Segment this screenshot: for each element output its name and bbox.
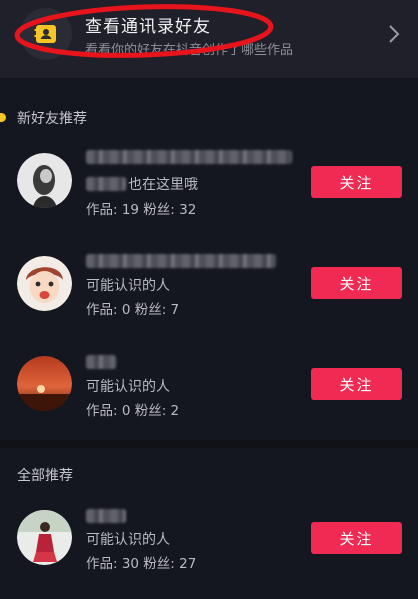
- section-title-new-friends: 新好友推荐: [17, 111, 87, 127]
- follow-button[interactable]: 关注: [311, 166, 402, 198]
- avatar: [17, 510, 72, 565]
- section-title-all-recommend: 全部推荐: [17, 468, 73, 484]
- avatar: [17, 153, 72, 208]
- list-item[interactable]: 可能认识的人 作品: 0 粉丝: 2 关注: [0, 353, 418, 433]
- name-blurred: [86, 254, 276, 268]
- name-blurred: [86, 177, 126, 191]
- row-stats: 作品: 0 粉丝: 2: [86, 403, 180, 419]
- name-blurred: [86, 509, 126, 523]
- row-stats: 作品: 0 粉丝: 7: [86, 302, 180, 318]
- contacts-icon-wrap: [20, 8, 72, 60]
- avatar: [17, 256, 72, 311]
- list-item[interactable]: 可能认识的人 作品: 30 粉丝: 27 关注: [0, 505, 418, 585]
- contacts-card-title: 查看通讯录好友: [85, 17, 211, 37]
- row-desc: 可能认识的人: [86, 278, 170, 294]
- list-item[interactable]: 可能认识的人 作品: 0 粉丝: 7 关注: [0, 252, 418, 332]
- row-desc: 可能认识的人: [86, 379, 170, 395]
- contacts-book-icon: [34, 25, 56, 43]
- row-desc: 可能认识的人: [86, 532, 170, 548]
- row-stats: 作品: 30 粉丝: 27: [86, 556, 197, 572]
- follow-button[interactable]: 关注: [311, 267, 402, 299]
- row-desc: 也在这里哦: [128, 177, 198, 193]
- follow-button[interactable]: 关注: [311, 368, 402, 400]
- section-divider: [0, 440, 418, 448]
- contacts-card[interactable]: 查看通讯录好友 看看你的好友在抖音创作了哪些作品: [0, 0, 418, 78]
- name-blurred: [86, 355, 116, 369]
- avatar: [17, 356, 72, 411]
- contacts-card-subtitle: 看看你的好友在抖音创作了哪些作品: [85, 43, 294, 58]
- list-item[interactable]: 也在这里哦 作品: 19 粉丝: 32 关注: [0, 150, 418, 230]
- row-stats: 作品: 19 粉丝: 32: [86, 202, 197, 218]
- follow-button[interactable]: 关注: [311, 522, 402, 554]
- name-blurred: [86, 150, 292, 164]
- section-indicator-dot: [0, 113, 6, 122]
- chevron-right-icon: [389, 25, 400, 43]
